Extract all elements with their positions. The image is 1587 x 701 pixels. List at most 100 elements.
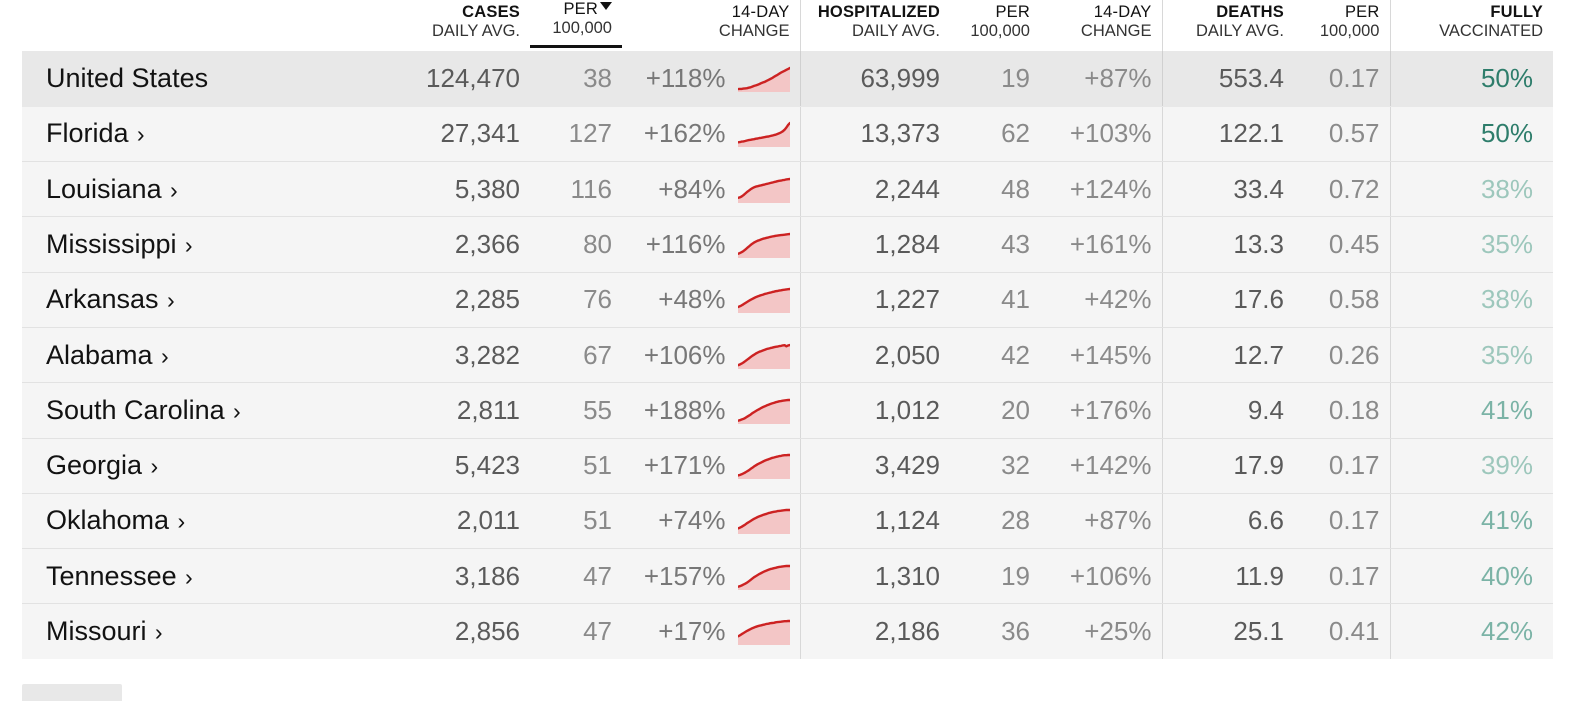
header-label-wrap: DEATHS DAILY AVG. [1163,3,1295,42]
row-place-cell[interactable]: Oklahoma › [22,493,382,550]
row-cases-cell: 3,186 [382,548,530,605]
column-header-cases_chg[interactable]: 14-DAY CHANGE [622,0,800,51]
row-place-cell[interactable]: Louisiana › [22,161,382,218]
sparkline-chart [737,66,790,92]
sparkline-chart [737,398,790,424]
header-title: CASES [462,3,520,21]
change-with-sparkline: +116% [622,229,790,260]
chevron-right-icon[interactable]: › [144,453,158,479]
covid-table-page: CASES DAILY AVG. PER 100,000 14-DAY CHANGE HOS… [0,0,1587,701]
header-subtitle: VACCINATED [1439,22,1543,41]
row-hosp_chg-cell: +42% [1040,272,1162,328]
header-title: PER [995,3,1030,21]
sparkline-chart [737,232,790,258]
row-cases-change-cell: +157% [622,548,800,605]
row-cases_per-cell: 76 [530,272,622,328]
header-label-wrap: FULLY VACCINATED [1391,3,1554,42]
place-name: Florida [46,118,129,149]
row-deaths_per-cell: 0.17 [1294,493,1390,550]
place-name: United States [46,62,209,93]
table-row[interactable]: United States 124,470 38 +118% 63,999 19 +87% 5… [22,50,1553,107]
row-vax-cell: 35% [1389,327,1553,384]
cases-change-value: +188% [643,394,726,425]
row-deaths-cell: 17.6 [1161,272,1294,328]
row-hosp_chg-cell: +87% [1040,50,1162,107]
row-cases_per-cell: 51 [530,438,622,494]
column-header-deaths[interactable]: DEATHS DAILY AVG. [1161,0,1295,51]
column-header-hosp_per[interactable]: PER 100,000 [950,0,1040,51]
row-hosp_per-cell: 62 [950,106,1040,163]
row-deaths_per-cell: 0.41 [1294,603,1390,660]
row-hosp_per-cell: 48 [950,161,1040,218]
sparkline-area [737,289,790,314]
row-hosp_per-cell: 28 [950,493,1040,550]
sparkline-chart [737,288,790,314]
row-cases-cell: 5,380 [382,161,530,218]
table-row[interactable]: Missouri › 2,856 47 +17% 2,186 36 +25% 25.1 0.41… [22,603,1553,660]
column-header-deaths_per[interactable]: PER 100,000 [1294,0,1390,51]
table-row[interactable]: Alabama › 3,282 67 +106% 2,050 42 +145% 12.7 0.2… [22,327,1553,384]
chevron-right-icon[interactable]: › [179,232,193,258]
row-cases-change-cell: +84% [622,161,800,218]
row-place-cell[interactable]: Alabama › [22,327,382,384]
cases-change-value: +171% [643,450,726,481]
change-with-sparkline: +118% [622,63,790,94]
row-place-cell[interactable]: Tennessee › [22,548,382,605]
chevron-right-icon[interactable]: › [155,343,169,369]
row-deaths-cell: 33.4 [1161,161,1294,218]
bottom-partial-control[interactable] [22,684,122,701]
table-row[interactable]: Mississippi › 2,366 80 +116% 1,284 43 +161% 13.… [22,216,1553,273]
place-name: Alabama [46,339,153,370]
sort-descending-caret-icon[interactable] [600,2,612,10]
column-header-hosp_chg[interactable]: 14-DAY CHANGE [1040,0,1162,51]
row-cases_per-cell: 67 [530,327,622,384]
chevron-right-icon[interactable]: › [161,287,175,313]
table-row[interactable]: Louisiana › 5,380 116 +84% 2,244 48 +124% 33.4 0… [22,161,1553,218]
table-row[interactable]: Georgia › 5,423 51 +171% 3,429 32 +142% 17.9 0.1… [22,438,1553,494]
sparkline-area [737,178,790,203]
chevron-right-icon[interactable]: › [131,121,145,147]
table-row[interactable]: Florida › 27,341 127 +162% 13,373 62 +103% 122.… [22,106,1553,163]
column-header-vax[interactable]: FULLY VACCINATED [1389,0,1554,51]
row-vax-cell: 35% [1389,216,1553,273]
covid-data-table: CASES DAILY AVG. PER 100,000 14-DAY CHANGE HOS… [22,0,1554,660]
row-deaths-cell: 122.1 [1161,106,1294,163]
row-hosp-cell: 2,244 [799,161,950,218]
chevron-right-icon[interactable]: › [227,398,241,424]
row-place-cell[interactable]: Arkansas › [22,272,382,328]
change-with-sparkline: +106% [622,340,790,371]
row-cases_per-cell: 116 [530,161,622,218]
chevron-right-icon[interactable]: › [164,177,178,203]
row-cases-change-cell: +17% [622,603,800,660]
table-row[interactable]: Tennessee › 3,186 47 +157% 1,310 19 +106% 11.9 0… [22,548,1553,605]
sparkline-area [737,399,790,424]
table-row[interactable]: South Carolina › 2,811 55 +188% 1,012 20 +176%… [22,382,1553,439]
column-header-hosp[interactable]: HOSPITALIZED DAILY AVG. [799,0,951,51]
header-label-wrap: HOSPITALIZED DAILY AVG. [801,3,951,42]
chevron-right-icon[interactable]: › [179,564,193,590]
header-label-wrap: 14-DAY CHANGE [1040,3,1162,42]
place-name: Arkansas [46,284,159,315]
row-place-cell[interactable]: Missouri › [22,603,382,660]
place-name: Mississippi [46,228,177,259]
row-deaths-cell: 553.4 [1161,50,1294,107]
table-row[interactable]: Arkansas › 2,285 76 +48% 1,227 41 +42% 17.6 0.58… [22,272,1553,328]
row-place-cell[interactable]: Florida › [22,106,382,163]
column-header-cases[interactable]: CASES DAILY AVG. [382,0,530,51]
chevron-right-icon[interactable]: › [171,508,185,534]
row-place-cell[interactable]: South Carolina › [22,382,382,439]
row-deaths-cell: 12.7 [1161,327,1294,384]
table-row[interactable]: Oklahoma › 2,011 51 +74% 1,124 28 +87% 6.6 0.17 4… [22,493,1553,550]
row-place-cell[interactable]: Georgia › [22,438,382,494]
row-deaths_per-cell: 0.17 [1294,548,1390,605]
header-subtitle: DAILY AVG. [851,22,940,41]
row-hosp_chg-cell: +87% [1040,493,1162,550]
row-place-cell[interactable]: United States [22,50,382,107]
row-deaths-cell: 6.6 [1161,493,1294,550]
chevron-right-icon[interactable]: › [149,619,163,645]
column-header-cases_per[interactable]: PER 100,000 [530,0,622,51]
row-cases-cell: 2,011 [382,493,530,550]
row-hosp-cell: 1,284 [799,216,950,273]
row-hosp-cell: 63,999 [799,50,950,107]
row-place-cell[interactable]: Mississippi › [22,216,382,273]
